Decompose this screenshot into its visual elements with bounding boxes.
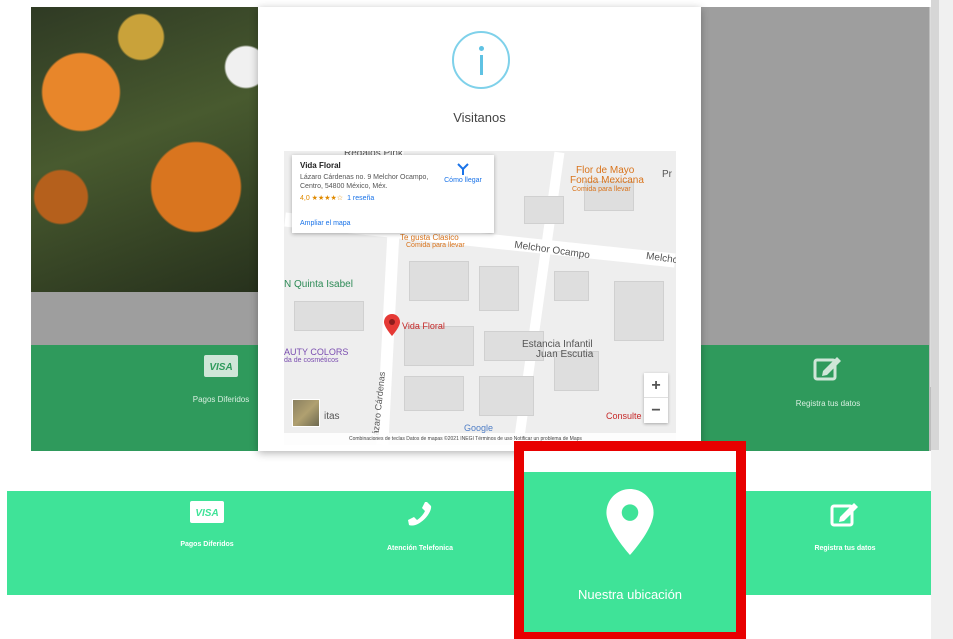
location-tile-label: Nuestra ubicación <box>577 587 683 602</box>
place-rating-value: 4,0 ★★★★☆ <box>300 195 344 202</box>
location-tile[interactable]: Nuestra ubicación <box>524 451 736 632</box>
directions-label: Cómo llegar <box>444 177 482 184</box>
place-info-card: Vida Floral Lázaro Cárdenas no. 9 Melcho… <box>292 155 494 233</box>
page-scrollbar-thumb[interactable] <box>931 0 939 450</box>
map-block <box>479 376 534 416</box>
edit-icon <box>813 357 841 381</box>
feature-phone-support[interactable]: Atención Telefonica <box>340 501 500 552</box>
phone-icon <box>408 502 432 526</box>
feature-deferred-payments-label: Pagos Diferidos <box>180 541 234 548</box>
google-logo: Google <box>464 423 494 433</box>
directions-button[interactable]: Cómo llegar <box>440 163 486 184</box>
feature-register-label: Registra tus datos <box>814 545 876 552</box>
map-block <box>409 261 469 301</box>
location-tile-highlight: Nuestra ubicación <box>514 441 746 639</box>
map-block <box>524 196 564 224</box>
place-address: Lázaro Cárdenas no. 9 Melchor Ocampo, Ce… <box>300 174 429 190</box>
map-label-consult: Consulte <box>606 411 642 421</box>
map-block <box>479 266 519 311</box>
info-icon <box>452 31 510 89</box>
zoom-in-button[interactable]: + <box>644 373 668 398</box>
satellite-toggle[interactable] <box>292 399 320 427</box>
map-block <box>404 376 464 411</box>
background-feature-visa-label: Pagos Diferidos <box>192 395 250 404</box>
place-rating: 4,0 ★★★★☆ 1 reseña <box>300 194 486 202</box>
feature-phone-support-label: Atención Telefonica <box>387 545 453 552</box>
map-label-pr: Pr <box>662 169 672 180</box>
modal-title: Visitanos <box>453 110 506 125</box>
map-block <box>614 281 664 341</box>
location-tile-top-divider <box>524 451 736 472</box>
location-tile-top-band <box>524 472 736 476</box>
map-label-fonda-mexicana: Fonda Mexicana <box>570 175 644 186</box>
visa-icon: VISA <box>190 501 224 523</box>
directions-icon <box>457 163 469 175</box>
background-feature-register: Registra tus datos <box>753 355 903 408</box>
flowers-photo <box>31 7 271 292</box>
enlarge-map-link[interactable]: Ampliar el mapa <box>300 220 351 227</box>
map-label-quinta-isabel: N Quinta Isabel <box>284 279 353 290</box>
map-block <box>294 301 364 331</box>
map-label-cosmeticos: da de cosméticos <box>284 357 339 364</box>
page: VISA Pagos Diferidos Registra tus datos … <box>0 0 953 639</box>
map-label-juan-escutia: Juan Escutia <box>536 349 594 360</box>
vida-floral-marker-icon[interactable] <box>384 314 400 336</box>
map-label-beauty: AUTY COLORS <box>284 347 349 357</box>
embedded-map[interactable]: Regalos Pink Flor de Mayo Fonda Mexicana… <box>284 151 676 445</box>
map-pin-icon <box>606 489 654 555</box>
place-reviews-link[interactable]: 1 reseña <box>347 195 374 202</box>
visa-icon: VISA <box>204 355 238 377</box>
feature-register[interactable]: Registra tus datos <box>765 501 925 552</box>
map-label-vida-floral: Vida Floral <box>402 321 445 331</box>
map-label-te-gusta: Te gusta Clasico <box>400 233 459 242</box>
map-label-itas: itas <box>324 411 340 422</box>
map-label-comida-1: Comida para llevar <box>572 186 631 193</box>
visit-us-modal: Visitanos Regalos Pink Flor de Mayo Fond… <box>258 7 701 451</box>
svg-text:VISA: VISA <box>209 362 232 373</box>
zoom-out-button[interactable]: − <box>644 398 668 423</box>
map-block <box>404 326 474 366</box>
zoom-controls: + − <box>644 373 668 423</box>
feature-bar: VISA Pagos Diferidos Atención Telefonica… <box>7 491 953 595</box>
edit-icon <box>830 503 858 527</box>
svg-text:VISA: VISA <box>195 508 218 519</box>
map-label-comida-2: Comida para llevar <box>406 242 465 249</box>
background-feature-register-label: Registra tus datos <box>795 399 861 408</box>
map-block <box>554 271 589 301</box>
feature-deferred-payments[interactable]: VISA Pagos Diferidos <box>127 501 287 548</box>
